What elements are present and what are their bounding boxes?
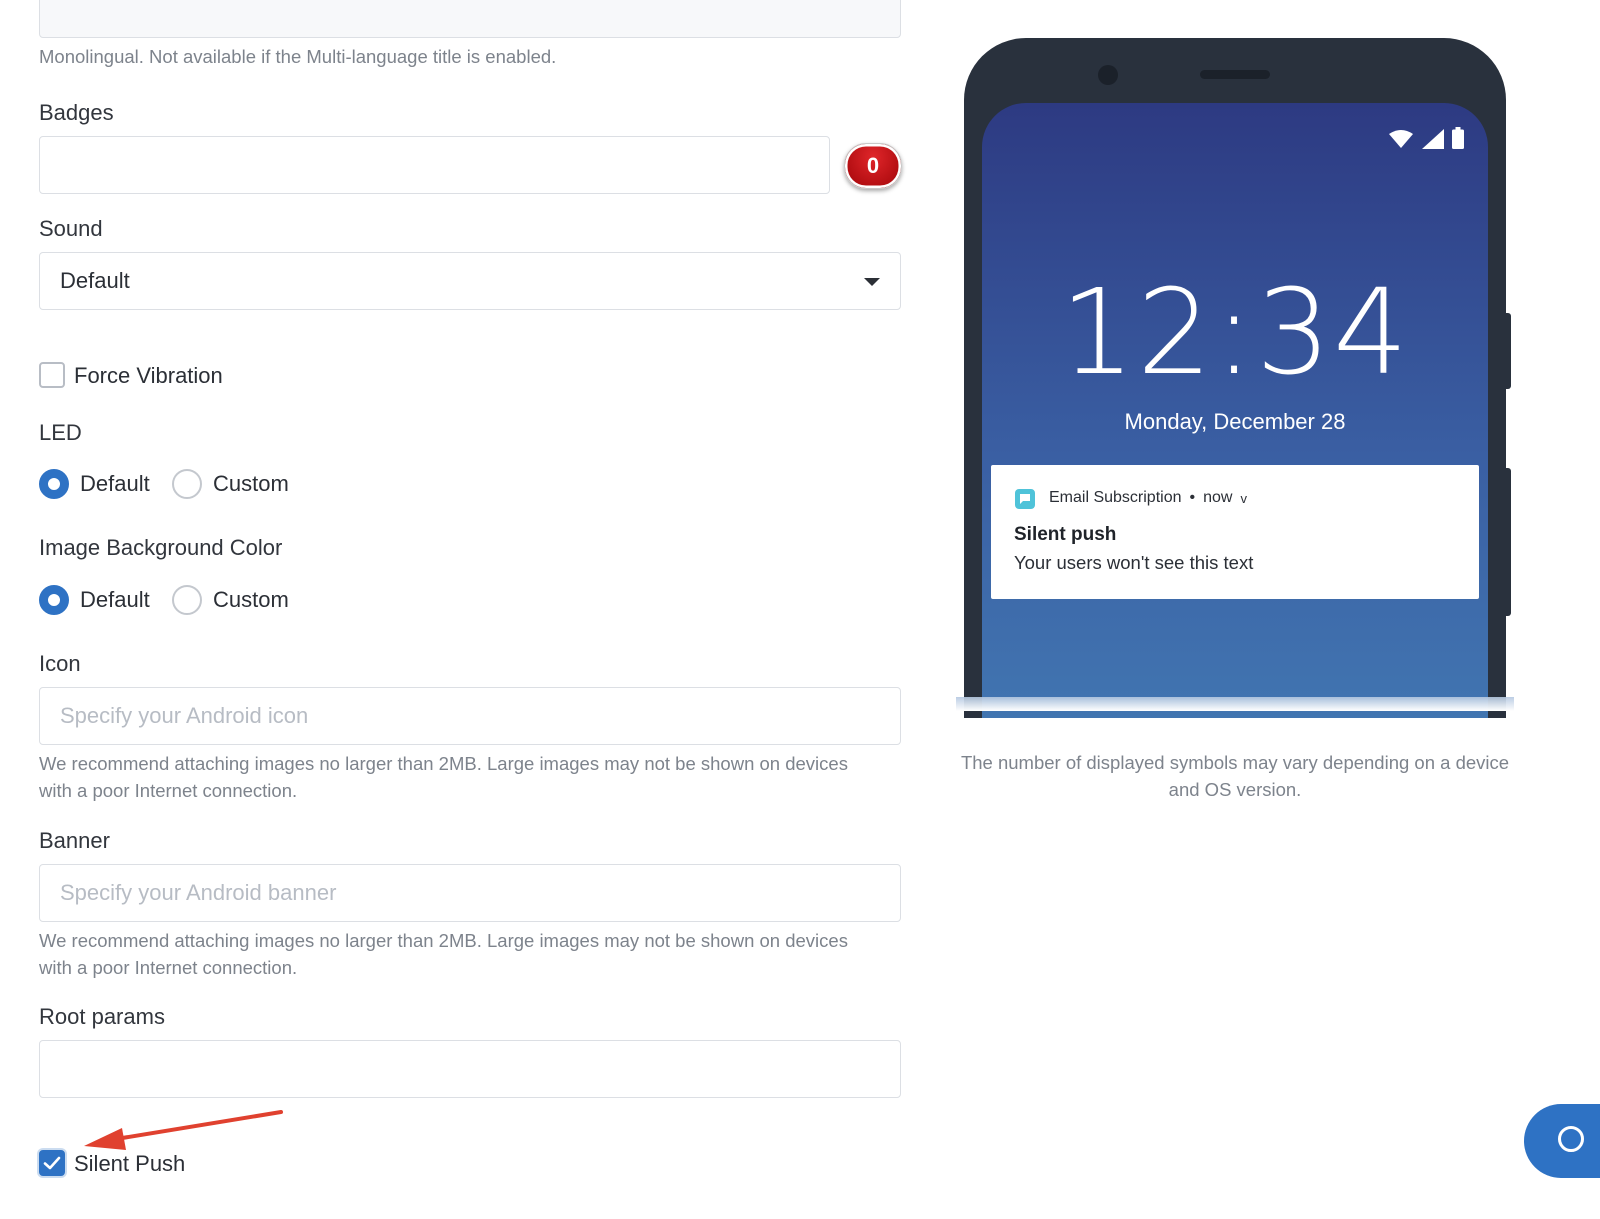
led-label: LED bbox=[39, 420, 82, 445]
badges-input[interactable] bbox=[39, 136, 830, 194]
title-input[interactable] bbox=[39, 0, 901, 38]
lock-screen-date: Monday, December 28 bbox=[1124, 409, 1346, 434]
notification-text: Your users won't see this text bbox=[1014, 552, 1254, 573]
phone-speaker bbox=[1200, 70, 1270, 79]
checkmark-icon bbox=[43, 1156, 61, 1170]
silent-push-label[interactable]: Silent Push bbox=[74, 1151, 185, 1177]
android-phone-preview: 12:34 Monday, December 28 Email Subscrip… bbox=[964, 38, 1506, 718]
banner-label: Banner bbox=[39, 828, 110, 853]
icon-input[interactable]: Specify your Android icon bbox=[39, 687, 901, 745]
caret-down-icon bbox=[864, 278, 880, 286]
banner-input[interactable]: Specify your Android banner bbox=[39, 864, 901, 922]
cellular-signal-icon bbox=[1422, 129, 1444, 149]
force-vibration-checkbox[interactable] bbox=[39, 362, 65, 388]
image-bg-default-label[interactable]: Default bbox=[80, 587, 150, 613]
icon-hint-line-1: We recommend attaching images no larger … bbox=[39, 753, 848, 774]
title-hint: Monolingual. Not available if the Multi-… bbox=[39, 46, 557, 67]
status-bar-icons bbox=[1388, 127, 1464, 149]
chat-icon bbox=[1558, 1126, 1584, 1152]
preview-note-line-2: and OS version. bbox=[1168, 779, 1302, 800]
phone-camera bbox=[1098, 65, 1118, 85]
lock-screen-clock: 12:34 bbox=[1059, 263, 1411, 401]
root-params-input[interactable] bbox=[39, 1040, 901, 1098]
banner-hint-line-1: We recommend attaching images no larger … bbox=[39, 930, 848, 951]
notification-header: Email Subscription • now v bbox=[1049, 489, 1247, 507]
banner-hint-line-2: with a poor Internet connection. bbox=[39, 957, 298, 978]
led-default-label[interactable]: Default bbox=[80, 471, 150, 497]
support-chat-button[interactable] bbox=[1524, 1104, 1600, 1178]
led-custom-label[interactable]: Custom bbox=[213, 471, 289, 497]
banner-hint: We recommend attaching images no larger … bbox=[39, 927, 901, 981]
force-vibration-label[interactable]: Force Vibration bbox=[74, 363, 223, 389]
sound-select[interactable]: Default bbox=[39, 252, 901, 310]
badge-count-preview: 0 bbox=[844, 143, 902, 189]
notification-separator: • bbox=[1189, 489, 1196, 506]
silent-push-checkbox[interactable] bbox=[39, 1150, 65, 1176]
icon-input-placeholder: Specify your Android icon bbox=[60, 703, 309, 728]
battery-icon bbox=[1452, 127, 1464, 149]
expand-chevron-icon: v bbox=[1240, 490, 1247, 506]
notification-app-name: Email Subscription bbox=[1049, 489, 1182, 506]
wifi-icon bbox=[1389, 130, 1413, 148]
icon-hint: We recommend attaching images no larger … bbox=[39, 750, 901, 804]
icon-label: Icon bbox=[39, 651, 81, 676]
preview-note-line-1: The number of displayed symbols may vary… bbox=[960, 752, 1510, 773]
image-bg-default-radio[interactable] bbox=[39, 585, 69, 615]
image-bg-custom-radio[interactable] bbox=[172, 585, 202, 615]
phone-lock-screen: 12:34 Monday, December 28 Email Subscrip… bbox=[982, 103, 1488, 718]
chat-bubble-glyph-icon bbox=[1020, 494, 1030, 504]
chat-bubble-icon bbox=[1015, 489, 1035, 509]
led-default-radio[interactable] bbox=[39, 469, 69, 499]
root-params-label: Root params bbox=[39, 1004, 165, 1029]
image-bg-color-label: Image Background Color bbox=[39, 535, 283, 560]
icon-hint-line-2: with a poor Internet connection. bbox=[39, 780, 298, 801]
sound-selected-value: Default bbox=[60, 268, 130, 293]
banner-input-placeholder: Specify your Android banner bbox=[60, 880, 337, 905]
sound-label: Sound bbox=[39, 216, 103, 241]
notification-time: now bbox=[1203, 489, 1233, 506]
notification-card: Email Subscription • now v Silent push Y… bbox=[991, 465, 1479, 599]
notification-title: Silent push bbox=[1014, 524, 1117, 545]
image-bg-custom-label[interactable]: Custom bbox=[213, 587, 289, 613]
phone-bottom-fade bbox=[956, 697, 1514, 711]
push-settings-page: Monolingual. Not available if the Multi-… bbox=[0, 0, 1600, 1219]
badges-label: Badges bbox=[39, 100, 114, 125]
preview-note: The number of displayed symbols may vary… bbox=[944, 749, 1526, 803]
led-custom-radio[interactable] bbox=[172, 469, 202, 499]
